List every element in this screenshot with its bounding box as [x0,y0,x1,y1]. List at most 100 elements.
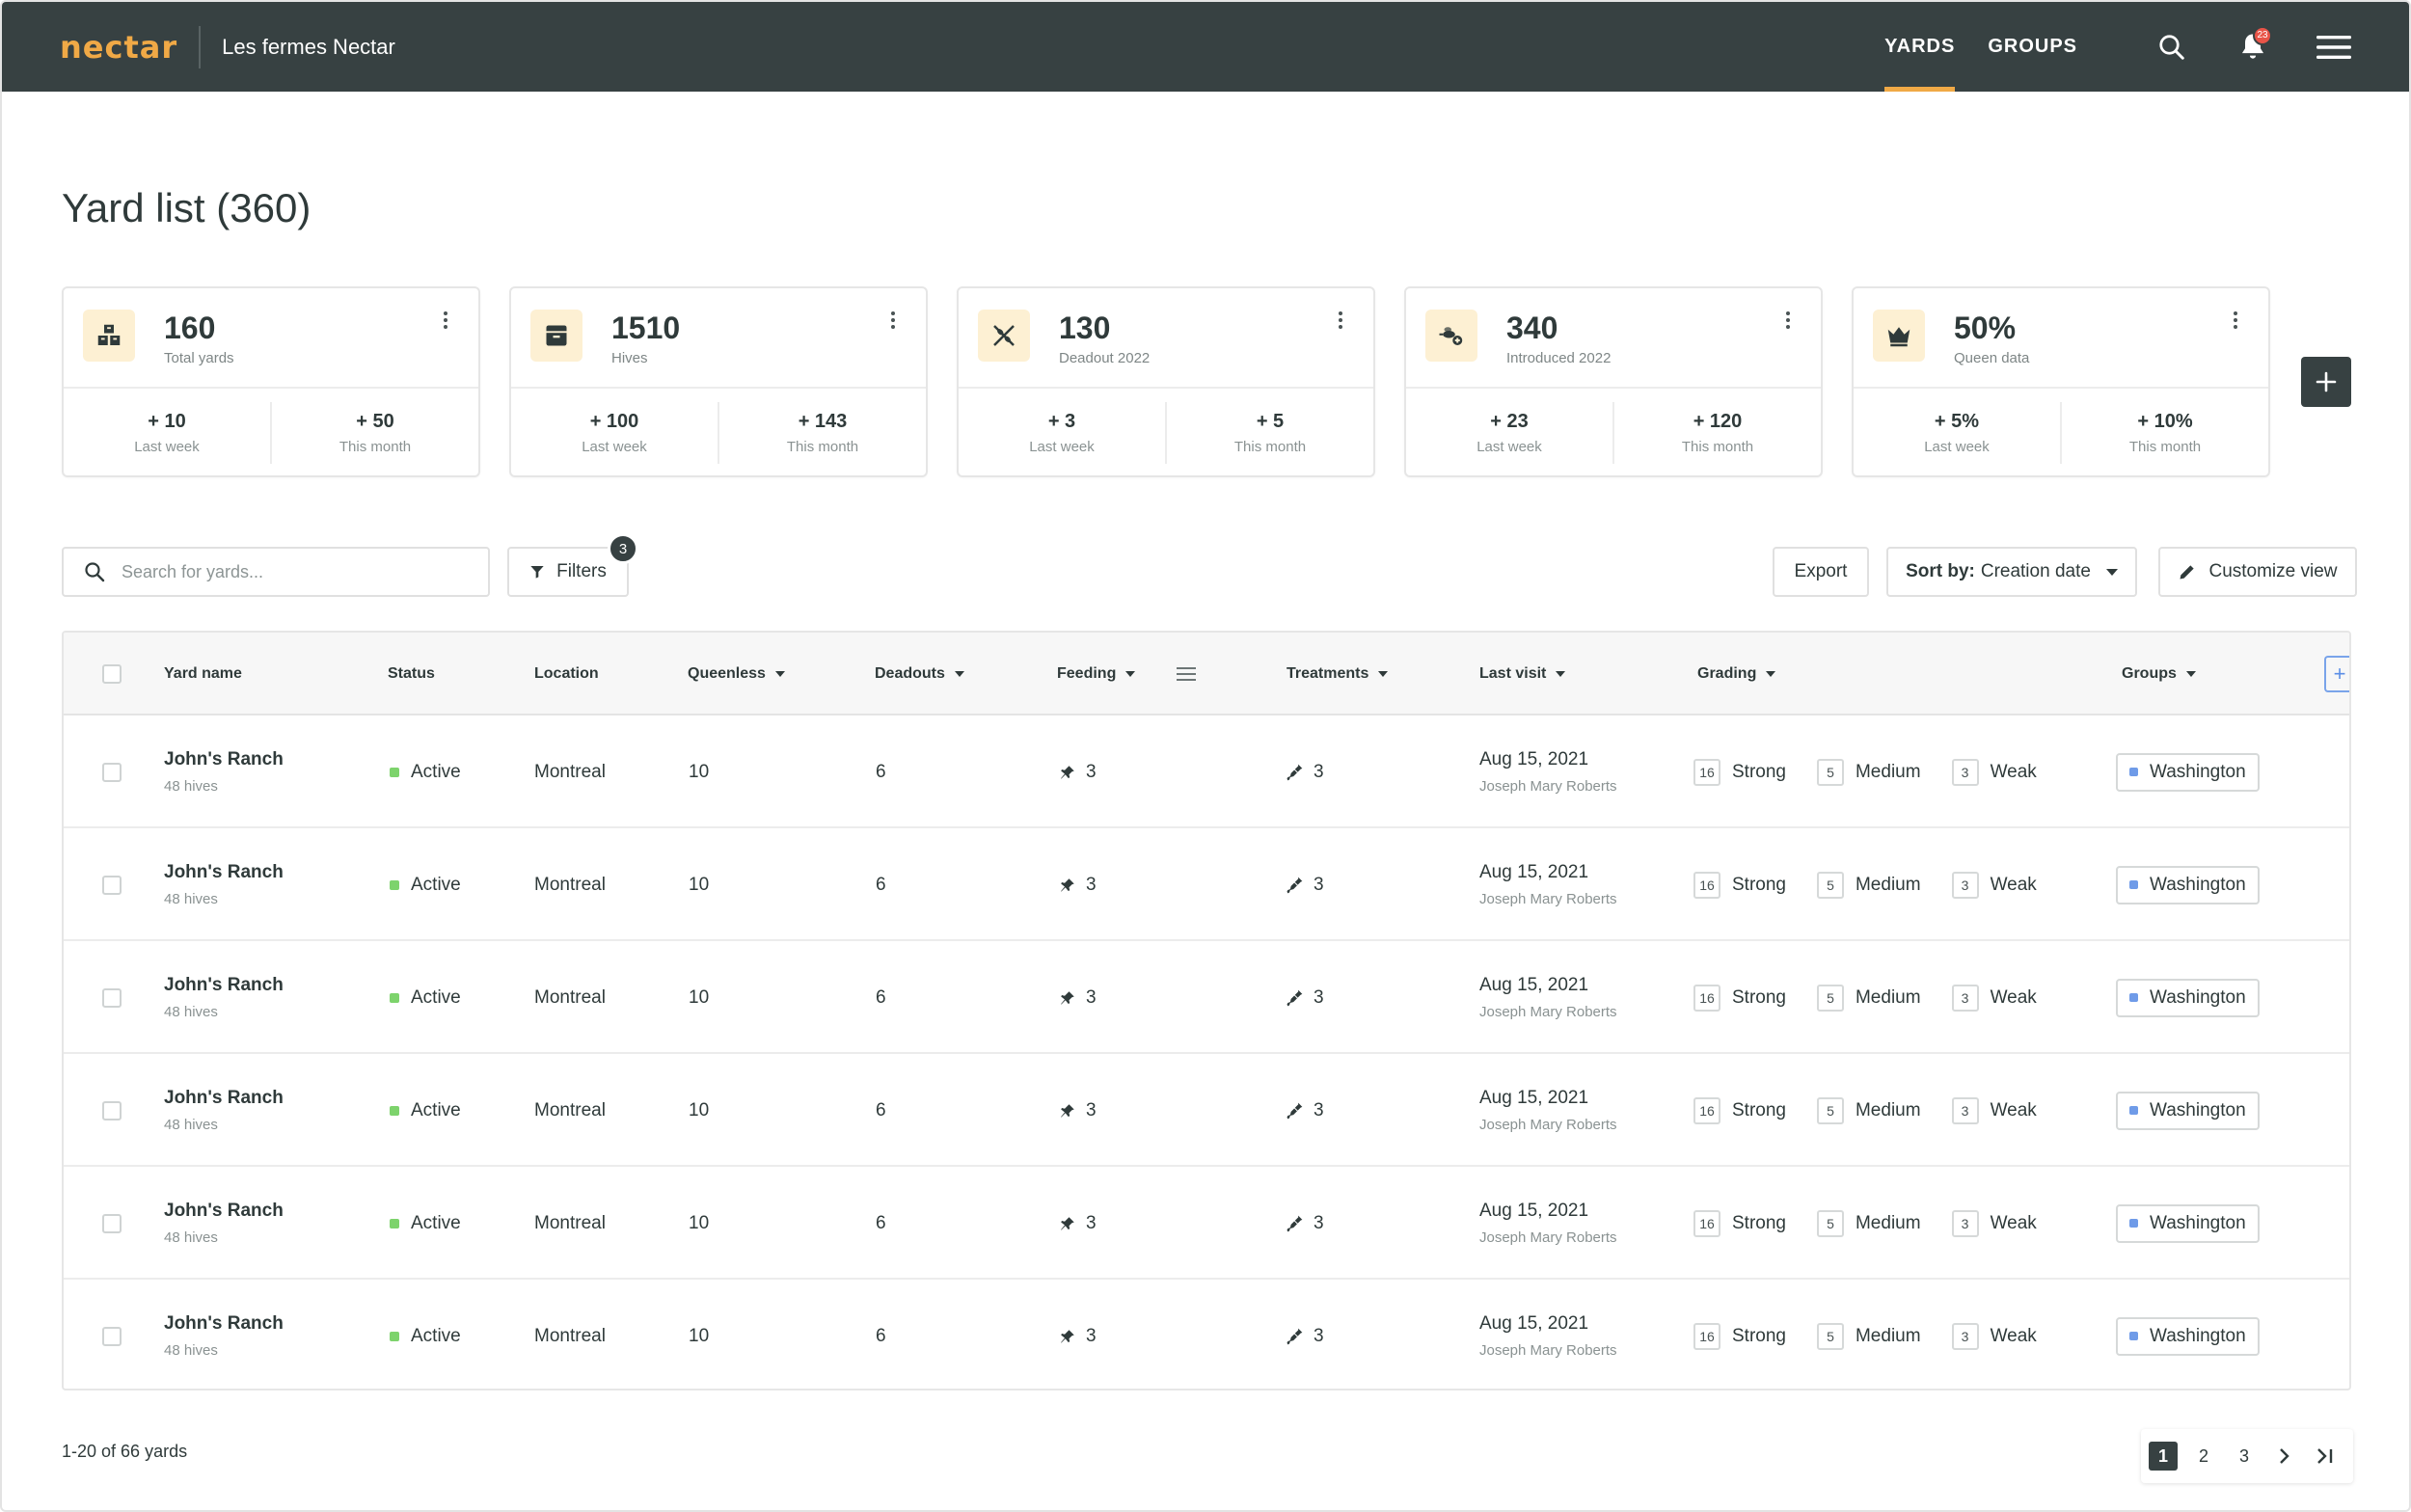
column-drag-handle-icon[interactable] [1177,633,1196,716]
location-cell: Montreal [534,1099,606,1120]
customize-view-button[interactable]: Customize view [2158,547,2357,597]
group-tag[interactable]: Washington [2116,865,2260,904]
yard-name[interactable]: John's Ranch [164,975,284,996]
export-label: Export [1794,561,1848,581]
location-cell: Montreal [534,986,606,1008]
stat-sub-label: This month [339,439,412,455]
more-vertical-icon[interactable] [883,308,903,333]
nectar-logo[interactable]: nectar [60,29,177,66]
search-input[interactable] [122,561,449,582]
row-checkbox[interactable] [102,1280,122,1389]
treatments-cell: 3 [1285,1167,1324,1280]
column-deadouts[interactable]: Deadouts [875,633,964,716]
nav-tab-yards[interactable]: YARDS [1884,2,1956,92]
more-vertical-icon[interactable] [1331,308,1350,333]
table-row[interactable]: John's Ranch 48 hives Active Montreal 10… [64,716,2349,828]
column-feeding[interactable]: Feeding [1057,633,1136,716]
row-checkbox[interactable] [102,1054,122,1167]
strong-label: Strong [1732,1212,1786,1233]
row-checkbox[interactable] [102,1167,122,1280]
more-vertical-icon[interactable] [436,308,455,333]
yard-name-cell[interactable]: John's Ranch 48 hives [164,1167,284,1280]
yard-name-cell[interactable]: John's Ranch 48 hives [164,716,284,828]
yard-name-cell[interactable]: John's Ranch 48 hives [164,941,284,1054]
column-queenless[interactable]: Queenless [688,633,785,716]
location-cell: Montreal [534,761,606,782]
table-row[interactable]: John's Ranch 48 hives Active Montreal 10… [64,941,2349,1054]
weak-label: Weak [1990,761,2037,782]
yard-name[interactable]: John's Ranch [164,1313,284,1335]
table-header: Yard name Status Location Queenless Dead… [64,633,2349,716]
strong-count: 16 [1693,871,1720,899]
yard-name[interactable]: John's Ranch [164,1201,284,1222]
status-text: Active [411,1212,461,1233]
feeding-cell: 3 [1059,1054,1097,1167]
groups-cell: Washington [2116,828,2260,941]
export-button[interactable]: Export [1773,547,1869,597]
yard-name-cell[interactable]: John's Ranch 48 hives [164,1054,284,1167]
group-tag[interactable]: Washington [2116,1091,2260,1130]
yard-name[interactable]: John's Ranch [164,862,284,883]
row-checkbox[interactable] [102,828,122,941]
group-color-swatch [2129,880,2138,889]
more-vertical-icon[interactable] [2226,308,2245,333]
select-all-checkbox[interactable] [102,633,122,716]
bell-icon[interactable]: 23 [2234,25,2272,67]
feeding-icon [1059,764,1076,781]
add-column-button[interactable]: + [2324,656,2349,692]
treatments-count: 3 [1314,1099,1324,1120]
status-cell: Active [390,828,461,941]
treatment-syringe-icon [1285,876,1304,895]
yard-name-cell[interactable]: John's Ranch 48 hives [164,828,284,941]
last-page-icon[interactable] [2311,1442,2340,1471]
column-yard-name[interactable]: Yard name [164,633,242,716]
nav-tab-groups[interactable]: GROUPS [1988,2,2077,92]
page-button-3[interactable]: 3 [2230,1442,2259,1471]
caret-down-icon [954,671,964,677]
group-tag[interactable]: Washington [2116,752,2260,792]
row-checkbox[interactable] [102,716,122,828]
column-last-visit[interactable]: Last visit [1479,633,1566,716]
hive-count: 48 hives [164,1229,218,1246]
add-card-button[interactable] [2301,357,2351,407]
hamburger-menu-icon[interactable] [2315,28,2353,67]
chevron-right-icon[interactable] [2270,1442,2299,1471]
organization-name[interactable]: Les fermes Nectar [222,35,395,60]
hive-icon [530,310,582,362]
table-row[interactable]: John's Ranch 48 hives Active Montreal 10… [64,1280,2349,1389]
stat-card-total-yards: 160 Total yards + 10 Last week + 50 This m… [62,286,480,477]
search-icon[interactable] [2153,28,2191,67]
weak-label: Weak [1990,986,2037,1008]
plus-icon [2316,371,2337,392]
yard-name[interactable]: John's Ranch [164,1088,284,1109]
filters-button[interactable]: Filters 3 [507,533,638,597]
groups-cell: Washington [2116,1280,2260,1389]
table-row[interactable]: John's Ranch 48 hives Active Montreal 10… [64,1054,2349,1167]
group-tag[interactable]: Washington [2116,1316,2260,1356]
page-button-2[interactable]: 2 [2189,1442,2218,1471]
sort-dropdown[interactable]: Sort by: Creation date [1886,547,2137,597]
column-grading[interactable]: Grading [1697,633,1776,716]
status-active-dot [390,992,399,1003]
search-field[interactable] [62,547,490,597]
more-vertical-icon[interactable] [1778,308,1798,333]
status-cell: Active [390,716,461,828]
group-tag[interactable]: Washington [2116,1203,2260,1243]
column-location[interactable]: Location [534,633,599,716]
group-tag[interactable]: Washington [2116,978,2260,1017]
weak-label: Weak [1990,874,2037,895]
yard-name-cell[interactable]: John's Ranch 48 hives [164,1280,284,1389]
last-visit-cell: Aug 15, 2021 Joseph Mary Roberts [1479,1280,1617,1389]
page-button-1[interactable]: 1 [2149,1442,2178,1471]
column-groups[interactable]: Groups [2122,633,2196,716]
stat-value: 340 [1506,310,1558,345]
yard-name[interactable]: John's Ranch [164,749,284,770]
column-treatments[interactable]: Treatments [1287,633,1389,716]
table-row[interactable]: John's Ranch 48 hives Active Montreal 10… [64,1167,2349,1280]
column-status[interactable]: Status [388,633,435,716]
treatments-count: 3 [1314,986,1324,1008]
row-checkbox[interactable] [102,941,122,1054]
table-row[interactable]: John's Ranch 48 hives Active Montreal 10… [64,828,2349,941]
stat-sub-value: + 120 [1693,411,1743,432]
stat-sub-label: Last week [1924,439,1990,455]
